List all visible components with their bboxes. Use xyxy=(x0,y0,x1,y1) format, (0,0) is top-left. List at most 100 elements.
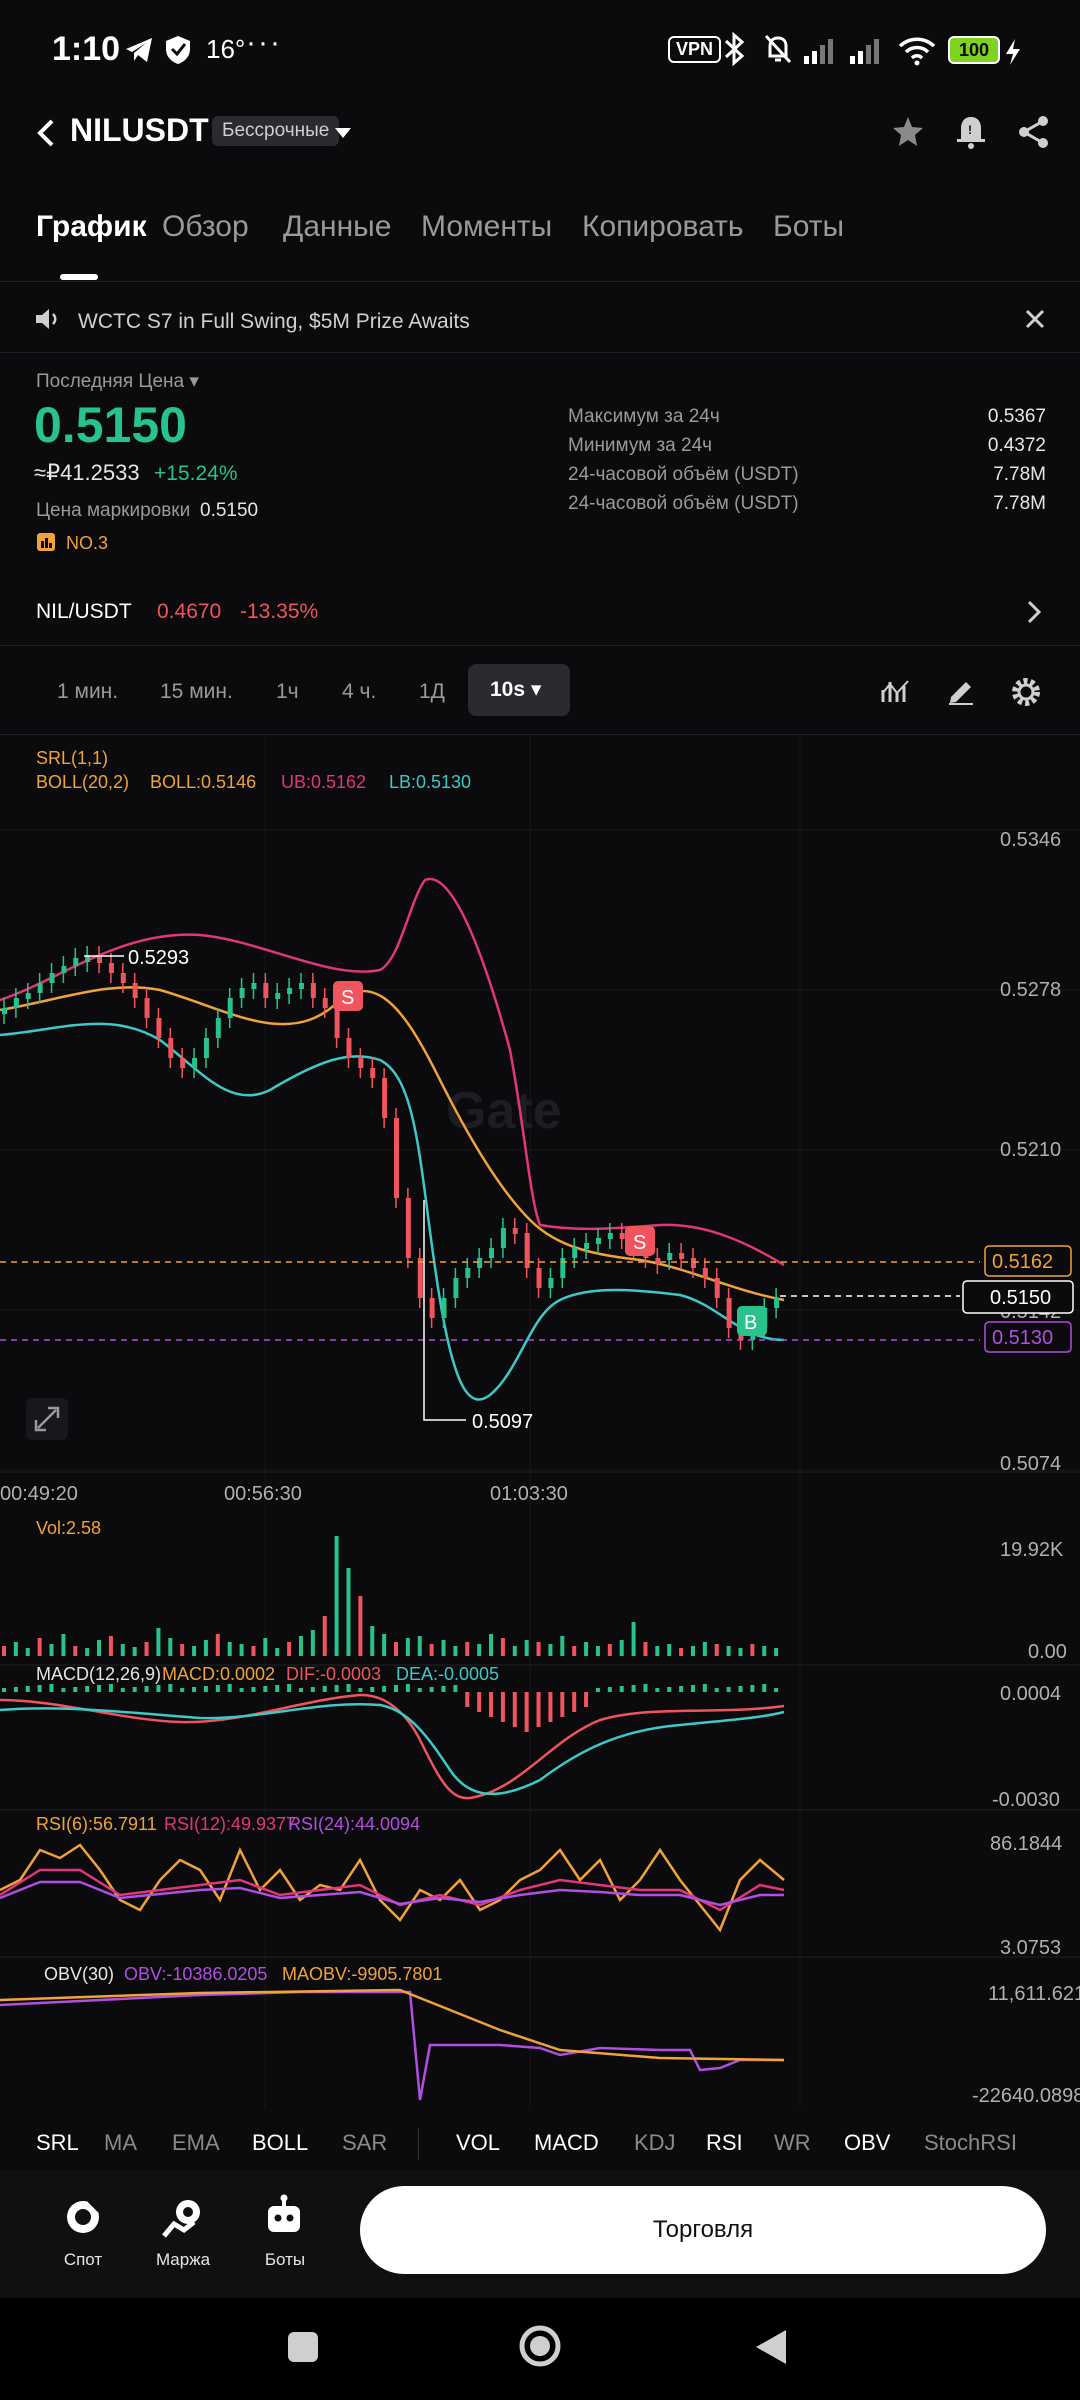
macd-bar xyxy=(394,1685,398,1692)
macd-bar xyxy=(726,1687,731,1692)
macd-bar xyxy=(180,1688,185,1692)
indicator-tab-sar[interactable]: SAR xyxy=(342,2130,387,2156)
expand-chart-icon[interactable] xyxy=(26,1398,68,1440)
margin-icon[interactable] xyxy=(160,2194,206,2240)
volume-bar xyxy=(477,1644,482,1656)
indicator-tab-obv[interactable]: OBV xyxy=(844,2130,890,2156)
volume-bar xyxy=(287,1642,292,1656)
tab-moments[interactable]: Моменты xyxy=(421,210,552,244)
volume-bar xyxy=(548,1644,553,1656)
macd-bar xyxy=(417,1688,422,1692)
volume-bar xyxy=(322,1616,327,1656)
macd-bar xyxy=(203,1686,208,1692)
indicator-tab-ema[interactable]: EMA xyxy=(172,2130,220,2156)
bots-icon[interactable] xyxy=(262,2194,306,2238)
recent-apps-icon[interactable] xyxy=(286,2330,320,2364)
macd-bar xyxy=(512,1692,517,1727)
maobv-value: MAOBV:-9905.7801 xyxy=(282,1964,443,1984)
volume-bar xyxy=(168,1638,173,1656)
volume-bar xyxy=(144,1642,149,1656)
timeframe-1d[interactable]: 1Д xyxy=(419,680,445,704)
boll-ub-line xyxy=(0,877,785,1267)
sell-marker-label: S xyxy=(341,987,354,1009)
last-price-tag-label: 0.5150 xyxy=(990,1287,1051,1309)
dif-value: DIF:-0.0003 xyxy=(286,1664,382,1684)
timeframe-4h[interactable]: 4 ч. xyxy=(342,680,376,704)
macd-bar xyxy=(298,1688,303,1692)
rank-badge[interactable]: NO.3 xyxy=(66,533,108,554)
candle-body xyxy=(489,1248,495,1258)
last-price-label[interactable]: Последняя Цена ▾ xyxy=(36,370,199,393)
volume-bar xyxy=(97,1640,102,1656)
candle-body xyxy=(477,1258,483,1268)
announcement-text[interactable]: WCTC S7 in Full Swing, $5M Prize Awaits xyxy=(78,310,470,334)
indicator-tab-srl[interactable]: SRL xyxy=(36,2130,79,2156)
volume-bar xyxy=(572,1646,577,1656)
volume-bar xyxy=(560,1636,565,1656)
indicator-tab-stochrsi[interactable]: StochRSI xyxy=(924,2130,1017,2156)
chevron-down-icon[interactable] xyxy=(334,126,352,140)
volume-bar xyxy=(619,1640,624,1656)
time-tick: 00:49:20 xyxy=(0,1483,78,1505)
indicator-tab-vol[interactable]: VOL xyxy=(456,2130,500,2156)
share-icon[interactable] xyxy=(1016,114,1052,150)
bots-label[interactable]: Боты xyxy=(245,2250,325,2270)
low-annotation: 0.5097 xyxy=(472,1411,533,1433)
spot-pair-change: -13.35% xyxy=(240,600,319,623)
indicator-tab-kdj[interactable]: KDJ xyxy=(634,2130,676,2156)
tab-bots[interactable]: Боты xyxy=(773,210,844,244)
trade-button[interactable]: Торговля xyxy=(360,2186,1046,2274)
macd-bar xyxy=(667,1687,672,1692)
back-arrow-icon[interactable] xyxy=(32,118,60,148)
obv-line xyxy=(0,1990,784,2101)
timeframe-1m[interactable]: 1 мин. xyxy=(57,680,118,704)
tab-copy[interactable]: Копировать xyxy=(582,210,744,244)
timeframe-1h[interactable]: 1ч xyxy=(276,680,299,704)
macd-bar xyxy=(192,1687,197,1692)
candle-body xyxy=(61,966,67,973)
macd-bar xyxy=(144,1686,149,1692)
draw-pencil-icon[interactable] xyxy=(946,676,976,706)
volume-bar xyxy=(394,1642,398,1656)
settings-gear-icon[interactable] xyxy=(1010,676,1042,708)
spot-icon[interactable] xyxy=(62,2196,104,2238)
margin-label[interactable]: Маржа xyxy=(143,2250,223,2270)
spot-label[interactable]: Спот xyxy=(43,2250,123,2270)
candle-body xyxy=(572,1248,578,1258)
tab-overview[interactable]: Обзор xyxy=(162,210,249,244)
volume-bar xyxy=(310,1630,315,1656)
macd-bar xyxy=(465,1692,470,1707)
indicator-tab-rsi[interactable]: RSI xyxy=(706,2130,743,2156)
indicator-tab-ma[interactable]: MA xyxy=(104,2130,137,2156)
indicator-tab-boll[interactable]: BOLL xyxy=(252,2130,308,2156)
macd-bar xyxy=(25,1686,30,1692)
page-title[interactable]: NILUSDT xyxy=(70,112,209,149)
close-icon[interactable] xyxy=(1024,308,1046,330)
change-percent: +15.24% xyxy=(154,462,238,485)
price-alert-icon[interactable]: ! xyxy=(954,112,988,150)
macd-bar xyxy=(120,1688,125,1692)
price-chart[interactable]: Gate 0.5293 0.5097 S S B 0.5346 0.5278 0… xyxy=(0,736,1080,2108)
tab-data[interactable]: Данные xyxy=(283,210,391,244)
volume-bar xyxy=(25,1648,30,1656)
macd-bar xyxy=(643,1684,648,1692)
star-icon[interactable] xyxy=(890,114,926,150)
chevron-right-icon[interactable] xyxy=(1026,600,1042,624)
indicator-tab-wr[interactable]: WR xyxy=(774,2130,811,2156)
back-nav-icon[interactable] xyxy=(754,2328,788,2366)
volume-bar xyxy=(465,1642,470,1656)
macd-bar xyxy=(738,1686,743,1692)
contract-type-chip[interactable]: Бессрочные xyxy=(212,116,340,146)
timeframe-selected[interactable]: 10s ▾ xyxy=(468,664,570,716)
indicator-tab-macd[interactable]: MACD xyxy=(534,2130,599,2156)
tab-chart[interactable]: График xyxy=(36,210,147,244)
home-icon[interactable] xyxy=(518,2324,562,2368)
volume-bar xyxy=(667,1644,672,1656)
volume-bar xyxy=(358,1596,363,1656)
macd-bar xyxy=(679,1686,684,1692)
rsi24-value: RSI(24):44.0094 xyxy=(288,1814,421,1834)
macd-legend: MACD(12,26,9) xyxy=(36,1664,162,1684)
timeframe-15m[interactable]: 15 мин. xyxy=(160,680,233,704)
indicators-icon[interactable] xyxy=(880,676,910,706)
candle-body xyxy=(37,983,43,993)
